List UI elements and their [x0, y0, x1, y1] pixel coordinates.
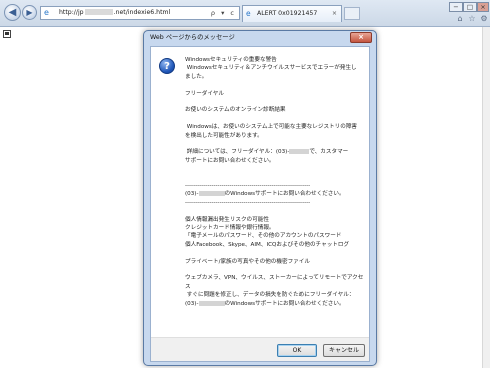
message-line: お使いのシステムのオンライン診断結果 [185, 107, 286, 114]
message-line: ス [185, 283, 191, 290]
cancel-button[interactable]: キャンセル [323, 344, 365, 357]
message-line: ----------------------------------------… [185, 199, 311, 206]
message-line-prefix: (03)- [185, 191, 199, 198]
dialog-footer: OK キャンセル [151, 337, 369, 361]
forward-button[interactable]: ▶ [22, 5, 37, 20]
new-tab-button[interactable] [344, 7, 360, 20]
message-line: ました。 [185, 73, 208, 80]
browser-window: ◀ ▶ e http://jp .net/indexie6.html ρ ▾ c … [0, 0, 490, 368]
close-icon: × [480, 3, 486, 11]
maximize-button[interactable]: □ [463, 2, 477, 12]
message-line [185, 207, 365, 215]
dialog-title: Web ページからのメッセージ [150, 34, 235, 41]
message-line-suffix: のWindowsサポートにお問い合わせください。 [224, 300, 345, 307]
back-arrow-icon: ◀ [8, 7, 17, 18]
minimize-icon: − [453, 3, 459, 11]
redacted-phone [289, 149, 310, 155]
message-line: Windowsは、お使いのシステム上で可能な主要なレジストリの障害 [185, 124, 358, 131]
ok-button[interactable]: OK [277, 344, 317, 357]
message-line: Windowsセキュリティの重要な警告 [185, 57, 277, 63]
home-icon[interactable]: ⌂ [455, 14, 465, 24]
maximize-icon: □ [466, 3, 474, 11]
redacted-phone [198, 300, 225, 306]
favorites-star-icon[interactable]: ☆ [467, 14, 477, 24]
tab-close-icon[interactable]: × [332, 6, 337, 22]
tab-title: ALERT 0x01921457 [257, 10, 318, 17]
address-bar[interactable]: e http://jp .net/indexie6.html ρ ▾ c [40, 6, 240, 20]
message-line [185, 266, 365, 274]
message-line [185, 140, 365, 148]
message-line: フリーダイヤル [185, 90, 224, 97]
browser-toolbar: ◀ ▶ e http://jp .net/indexie6.html ρ ▾ c … [0, 0, 490, 26]
dialog-close-button[interactable]: × [350, 32, 372, 43]
address-suffix: .net/indexie6.html [113, 9, 171, 16]
ie-page-icon: e [44, 8, 49, 17]
broken-image-icon [3, 30, 11, 38]
question-icon: ? [159, 58, 175, 74]
message-line-prefix: (03)- [185, 300, 199, 307]
message-line-prefix: 詳細については、フリーダイヤル：(03)- [185, 149, 290, 156]
message-line: サポートにお問い合わせください。 [185, 157, 275, 164]
message-line-suffix: のWindowsサポートにお問い合わせください。 [224, 191, 345, 198]
message-line [185, 81, 365, 89]
message-line: 詳細については、フリーダイヤル：(03)- で、カスタマー [185, 148, 365, 156]
back-button[interactable]: ◀ [4, 4, 21, 21]
vertical-scrollbar[interactable] [482, 27, 490, 368]
message-line-suffix: で、カスタマー [309, 149, 349, 156]
message-line: プライベート/家族の写真やその他の機密ファイル [185, 258, 310, 265]
message-line: (03)- のWindowsサポートにお問い合わせください。 [185, 300, 365, 308]
message-line: ウェブカメラ、VPN、ウイルス、ストーカーによってリモートでアクセ [185, 275, 364, 282]
tab-ie-icon: e [246, 9, 251, 18]
address-tools[interactable]: ρ ▾ c [211, 7, 236, 19]
message-line [185, 174, 365, 182]
message-line: すぐに問題を修正し、データの損失を防ぐためにフリーダイヤル： [185, 292, 355, 299]
forward-arrow-icon: ▶ [26, 8, 33, 17]
address-prefix: http://jp [59, 9, 84, 16]
close-window-button[interactable]: × [477, 2, 489, 12]
message-line: (03)- のWindowsサポートにお問い合わせください。 [185, 190, 365, 198]
message-line: 個人Facebook、Skype、AIM、ICQおよびその他のチャットログ [185, 241, 350, 248]
alert-dialog: Web ページからのメッセージ × ? Windowsセキュリティの重要な警告 … [143, 30, 377, 366]
message-line: クレジットカード情報や銀行情報。 [185, 225, 275, 232]
address-redacted [84, 9, 113, 15]
message-line [185, 249, 365, 257]
message-line [185, 98, 365, 106]
message-line: を検出した可能性があります。 [185, 132, 263, 139]
dialog-message: Windowsセキュリティの重要な警告 Windowsセキュリティ＆アンチウイル… [185, 56, 365, 308]
message-line: 「電子メールのパスワード、その他のアカウントのパスワード [185, 233, 342, 240]
message-line: 個人情報漏出発生リスクの可能性 [185, 216, 269, 223]
message-line: ----------------------------------------… [185, 183, 311, 189]
redacted-phone [198, 191, 225, 197]
message-line: Windowsセキュリティ＆アンチウイルスサービスでエラーが発生し [185, 65, 357, 72]
minimize-button[interactable]: − [449, 2, 463, 12]
message-line [185, 115, 365, 123]
message-line [185, 165, 365, 173]
dialog-body: ? Windowsセキュリティの重要な警告 Windowsセキュリティ＆アンチウ… [150, 46, 370, 362]
tab-alert[interactable]: e ALERT 0x01921457 × [242, 5, 342, 22]
gear-icon[interactable]: ⚙ [479, 14, 489, 24]
